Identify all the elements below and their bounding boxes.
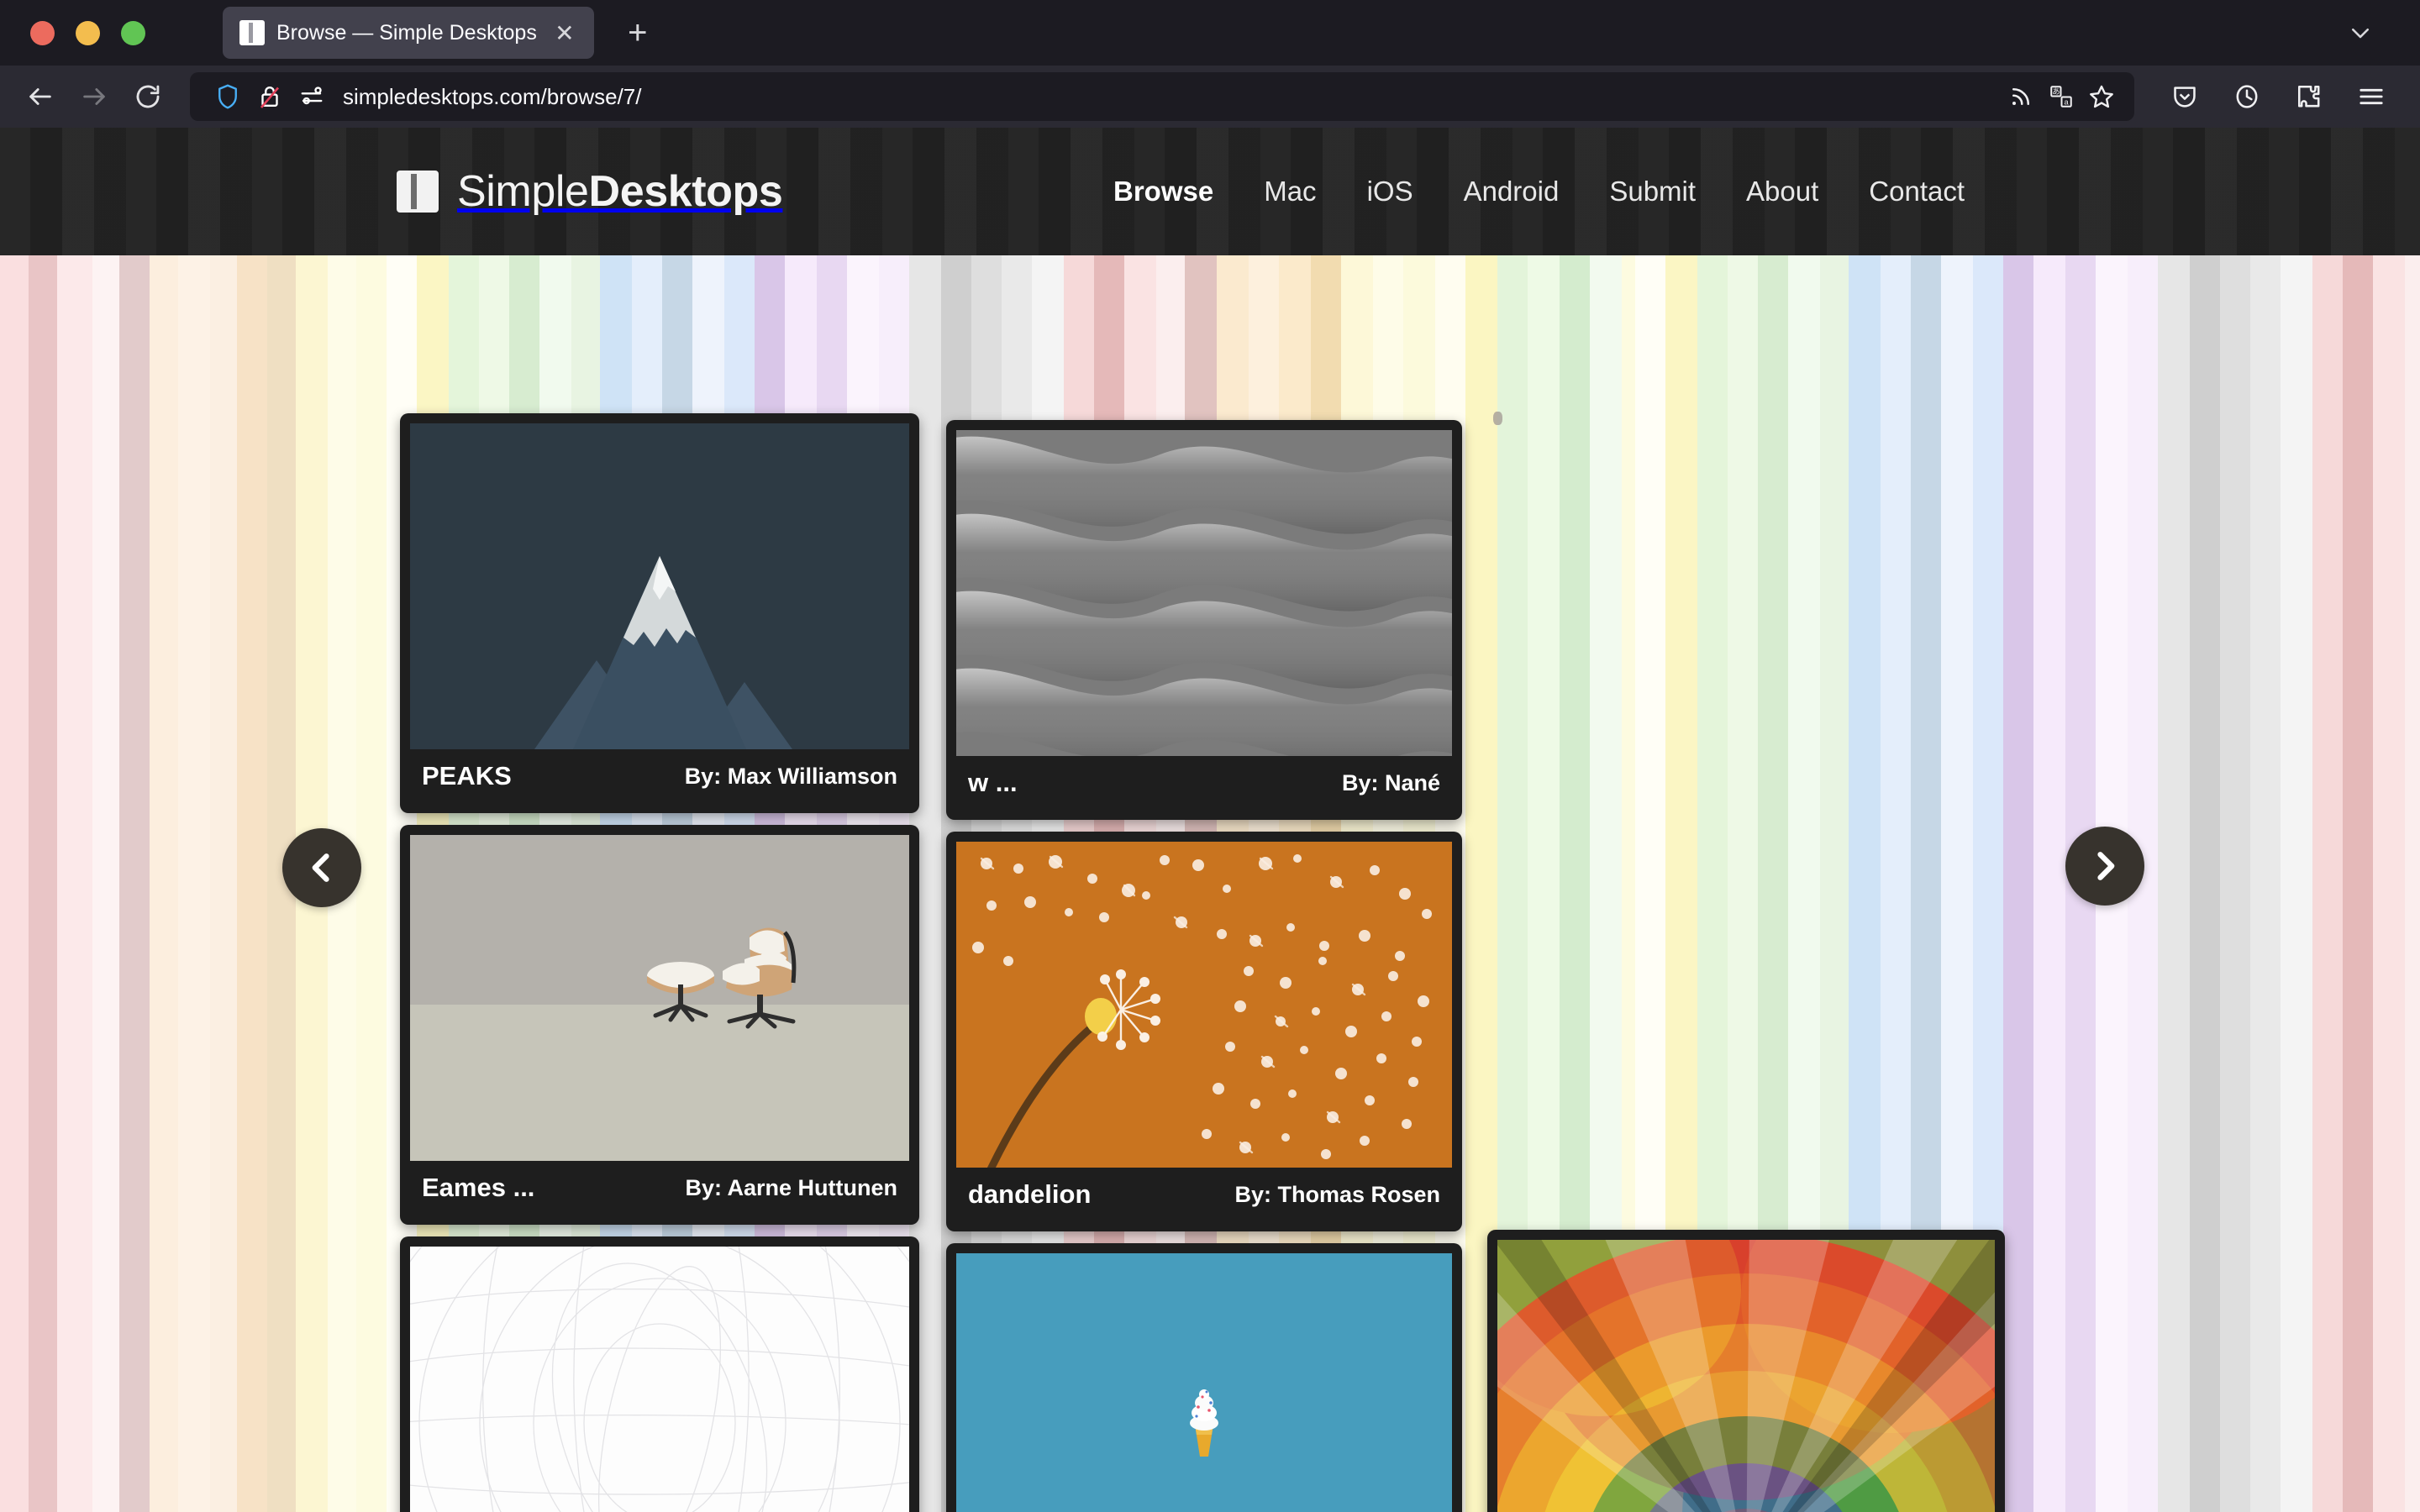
brand-word-simple: Simple xyxy=(457,167,589,216)
wallpaper-card[interactable]: Rainbow ... By: Joe Dawson ... xyxy=(1487,1230,2005,1512)
wallpaper-title: Eames ... xyxy=(422,1173,535,1202)
chevron-right-icon xyxy=(2097,852,2115,880)
forward-button[interactable] xyxy=(69,71,119,122)
wallpaper-card[interactable]: Summer ... By: Micah Matthias xyxy=(946,1243,1462,1512)
maximize-window-button[interactable] xyxy=(121,20,145,45)
translate-icon[interactable]: あa xyxy=(2042,77,2081,116)
pocket-icon[interactable] xyxy=(2160,71,2210,122)
chevron-left-icon xyxy=(312,853,329,882)
wallpaper-thumbnail[interactable] xyxy=(410,1247,909,1512)
simple-desktops-favicon-icon xyxy=(239,20,265,45)
extensions-puzzle-icon[interactable] xyxy=(2284,71,2334,122)
lock-insecure-icon[interactable] xyxy=(250,77,289,116)
wallpaper-card[interactable]: w ... By: Nané xyxy=(946,420,1462,820)
artwork-eames xyxy=(410,835,909,1161)
browser-chrome: Browse — Simple Desktops ✕ + simpledeskt… xyxy=(0,0,2420,128)
hamburger-menu-icon[interactable] xyxy=(2346,71,2396,122)
wallpaper-card[interactable]: PEAKS By: Max Williamson xyxy=(400,413,919,813)
wallpaper-meta: dandelion By: Thomas Rosen xyxy=(956,1168,1452,1221)
brand-wordmark: SimpleDesktops xyxy=(457,166,783,217)
wallpaper-meta: PEAKS By: Max Williamson xyxy=(410,749,909,803)
wallpaper-thumbnail[interactable] xyxy=(410,835,909,1161)
previous-page-button[interactable] xyxy=(282,828,361,907)
svg-text:あ: あ xyxy=(2052,87,2060,96)
wallpaper-thumbnail[interactable] xyxy=(956,842,1452,1168)
address-bar[interactable]: simpledesktops.com/browse/7/ あa xyxy=(190,72,2134,121)
wallpaper-author: By: Thomas Rosen xyxy=(1234,1181,1440,1207)
brand-word-desktops: Desktops xyxy=(588,167,783,216)
nav-item-about[interactable]: About xyxy=(1721,176,1844,207)
wallpaper-thumbnail[interactable] xyxy=(956,1253,1452,1512)
nav-item-browse[interactable]: Browse xyxy=(1088,176,1239,207)
wallpaper-card[interactable]: Satellites By: Joe Dawson ... xyxy=(400,1236,919,1512)
wallpaper-thumbnail[interactable] xyxy=(410,423,909,749)
artwork-waves xyxy=(956,430,1452,756)
wallpaper-thumbnail[interactable] xyxy=(956,430,1452,756)
site-logo[interactable]: SimpleDesktops xyxy=(397,166,783,217)
nav-item-mac[interactable]: Mac xyxy=(1239,176,1341,207)
artwork-rainbow xyxy=(1497,1240,1995,1512)
nav-item-ios[interactable]: iOS xyxy=(1342,176,1439,207)
tab-strip: Browse — Simple Desktops ✕ + xyxy=(0,0,2420,66)
close-window-button[interactable] xyxy=(30,20,55,45)
tab-title: Browse — Simple Desktops xyxy=(276,20,537,45)
nav-item-contact[interactable]: Contact xyxy=(1844,176,1990,207)
site-header: SimpleDesktops Browse Mac iOS Android Su… xyxy=(0,128,2420,255)
shield-icon[interactable] xyxy=(208,77,247,116)
close-tab-icon[interactable]: ✕ xyxy=(549,17,581,49)
bookmark-star-icon[interactable] xyxy=(2082,77,2121,116)
artwork-summer xyxy=(956,1253,1452,1512)
artwork-peaks xyxy=(410,423,909,749)
wallpaper-gallery: PEAKS By: Max Williamson w ... By: Nané … xyxy=(0,255,2420,1512)
wallpaper-title: w ... xyxy=(968,768,1018,797)
nav-item-submit[interactable]: Submit xyxy=(1584,176,1721,207)
new-tab-button[interactable]: + xyxy=(616,11,660,55)
simple-desktops-logo-icon xyxy=(397,171,439,213)
history-clock-icon[interactable] xyxy=(2222,71,2272,122)
artwork-dandelion xyxy=(956,842,1452,1168)
wallpaper-card[interactable]: dandelion By: Thomas Rosen xyxy=(946,832,1462,1231)
wallpaper-title: PEAKS xyxy=(422,761,512,790)
nav-item-android[interactable]: Android xyxy=(1439,176,1585,207)
url-text[interactable]: simpledesktops.com/browse/7/ xyxy=(343,84,1998,110)
wallpaper-thumbnail[interactable] xyxy=(1497,1240,1995,1512)
navigation-toolbar: simpledesktops.com/browse/7/ あa xyxy=(0,66,2420,128)
wallpaper-author: By: Nané xyxy=(1341,769,1440,795)
wallpaper-author: By: Aarne Huttunen xyxy=(685,1174,897,1200)
svg-text:a: a xyxy=(2065,97,2070,106)
browser-tab[interactable]: Browse — Simple Desktops ✕ xyxy=(223,7,594,59)
reload-button[interactable] xyxy=(123,71,173,122)
page-viewport: SimpleDesktops Browse Mac iOS Android Su… xyxy=(0,128,2420,1512)
wallpaper-card[interactable]: Eames ... By: Aarne Huttunen xyxy=(400,825,919,1225)
minimize-window-button[interactable] xyxy=(76,20,100,45)
toolbar-actions xyxy=(2160,71,2396,122)
address-bar-actions: あa xyxy=(2002,77,2121,116)
rss-feed-icon[interactable] xyxy=(2002,77,2040,116)
wallpaper-title: dandelion xyxy=(968,1179,1092,1209)
back-button[interactable] xyxy=(15,71,66,122)
list-all-tabs-chevron-down-icon[interactable] xyxy=(2338,10,2383,55)
wallpaper-meta: Eames ... By: Aarne Huttunen xyxy=(410,1161,909,1215)
wallpaper-meta: w ... By: Nané xyxy=(956,756,1452,810)
wallpaper-author: By: Max Williamson xyxy=(684,763,897,789)
artwork-satellites xyxy=(410,1247,909,1512)
main-navigation: Browse Mac iOS Android Submit About Cont… xyxy=(1088,176,1990,207)
next-page-button[interactable] xyxy=(2065,827,2144,906)
permissions-icon[interactable] xyxy=(292,77,331,116)
window-controls xyxy=(22,20,145,45)
